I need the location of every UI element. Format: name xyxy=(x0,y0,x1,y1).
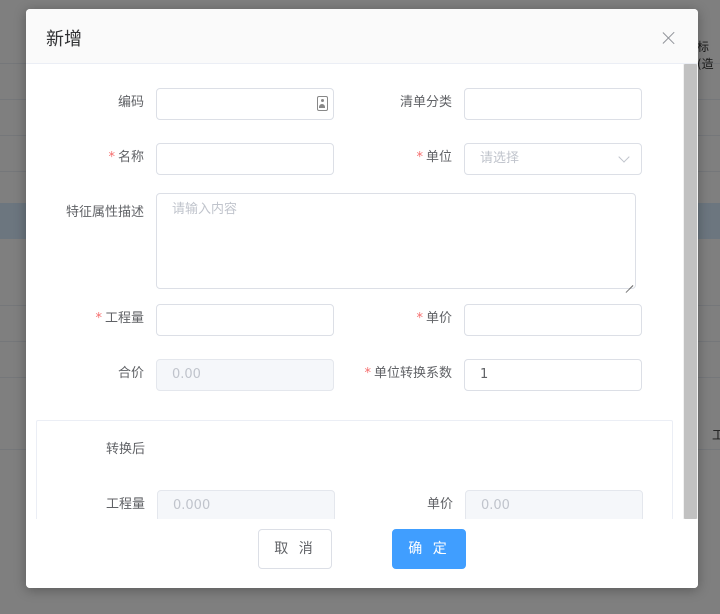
required-mark: * xyxy=(95,311,102,326)
dialog-title: 新增 xyxy=(46,29,82,50)
required-mark: * xyxy=(364,366,371,381)
dialog-body: 编码 清单分类 * 名称 * 单位 请选择 特征属性描述 请输入内容 * 工程量 * 单… xyxy=(26,64,698,519)
resize-handle[interactable] xyxy=(625,278,633,286)
conversion-factor-label-text: 单位转换系数 xyxy=(373,366,452,381)
description-textarea[interactable]: 请输入内容 xyxy=(156,193,636,289)
total-price-label: 合价 xyxy=(117,366,144,381)
total-price-input: 0.00 xyxy=(156,359,334,391)
scrollbar-thumb[interactable] xyxy=(684,64,697,519)
unit-label: * 单位 xyxy=(416,150,452,166)
close-icon[interactable] xyxy=(662,31,676,45)
name-label-text: 名称 xyxy=(117,150,144,165)
description-label: 特征属性描述 xyxy=(65,205,144,220)
unit-select[interactable]: 请选择 xyxy=(464,143,642,175)
category-input[interactable] xyxy=(464,88,642,120)
converted-unit-price-label: 单价 xyxy=(426,497,453,512)
confirm-button[interactable]: 确 定 xyxy=(392,529,466,569)
conversion-factor-label: * 单位转换系数 xyxy=(364,366,452,382)
code-label: 编码 xyxy=(117,95,144,110)
cancel-button[interactable]: 取 消 xyxy=(258,529,332,569)
vertical-scrollbar[interactable] xyxy=(683,64,698,519)
conversion-factor-input[interactable]: 1 xyxy=(464,359,642,391)
quantity-input[interactable] xyxy=(156,304,334,336)
required-mark: * xyxy=(416,311,423,326)
quantity-label-text: 工程量 xyxy=(104,311,144,326)
converted-unit-price-input: 0.00 xyxy=(465,490,643,519)
code-input[interactable] xyxy=(156,88,334,120)
dialog-footer: 取 消 确 定 xyxy=(26,519,698,588)
unit-price-label: * 单价 xyxy=(416,311,452,327)
name-input[interactable] xyxy=(156,143,334,175)
required-mark: * xyxy=(416,150,423,165)
contact-card-icon[interactable] xyxy=(317,96,328,111)
description-placeholder: 请输入内容 xyxy=(172,202,238,217)
category-label: 清单分类 xyxy=(399,95,452,110)
unit-select-placeholder: 请选择 xyxy=(480,151,520,166)
converted-quantity-label: 工程量 xyxy=(105,497,145,512)
unit-label-text: 单位 xyxy=(425,150,452,165)
add-dialog: 新增 编码 清单分类 * 名称 * 单位 请选择 特征属性描述 请输入内容 * 工程量… xyxy=(26,9,698,588)
dialog-header: 新增 xyxy=(26,9,698,64)
required-mark: * xyxy=(108,150,115,165)
unit-price-input[interactable] xyxy=(464,304,642,336)
converted-section-label: 转换后 xyxy=(105,442,145,457)
converted-quantity-input: 0.000 xyxy=(157,490,335,519)
unit-price-label-text: 单价 xyxy=(425,311,452,326)
quantity-label: * 工程量 xyxy=(95,311,144,327)
name-label: * 名称 xyxy=(108,150,144,166)
